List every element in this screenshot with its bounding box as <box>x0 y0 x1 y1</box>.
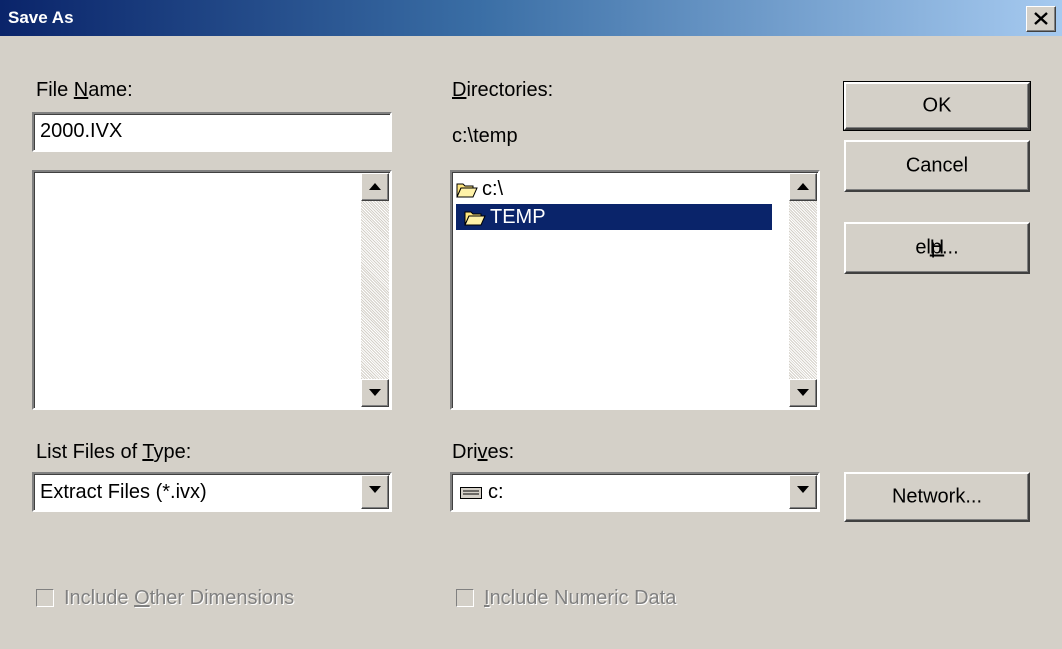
include-numeric-data-label: Include Numeric Data <box>484 586 676 610</box>
drives-dropdown-button[interactable] <box>789 475 817 509</box>
directory-list-scroll-up-button[interactable] <box>789 173 817 201</box>
file-name-input[interactable]: 2000.IVX <box>32 112 392 152</box>
file-type-label: List Files of Type: <box>36 440 191 464</box>
include-numeric-data-checkbox[interactable] <box>456 589 474 607</box>
save-as-dialog: Save As File Name: 2000.IVX Directories:… <box>0 0 1062 649</box>
network-button[interactable]: Network... <box>844 472 1030 522</box>
include-other-dimensions-prefix: Include <box>64 587 135 609</box>
file-list[interactable] <box>32 170 392 410</box>
directories-label: Directories: <box>452 78 553 102</box>
file-type-label-prefix: List Files of <box>36 441 143 463</box>
drive-icon <box>460 486 482 499</box>
close-button[interactable] <box>1026 6 1056 32</box>
include-numeric-data-suffix: nclude Numeric Data <box>489 587 677 609</box>
file-type-dropdown-button[interactable] <box>361 475 389 509</box>
drives-dropdown[interactable]: c: <box>450 472 820 512</box>
file-name-label: File Name: <box>36 78 133 102</box>
drives-value-wrap: c: <box>460 481 504 503</box>
file-type-value: Extract Files (*.ivx) <box>40 481 207 503</box>
directories-label-suffix: irectories: <box>466 79 554 101</box>
file-name-label-suffix: ame: <box>88 79 133 101</box>
close-icon <box>1034 12 1048 25</box>
arrow-down-icon <box>369 389 381 396</box>
include-other-dimensions-checkbox[interactable] <box>36 589 54 607</box>
drives-value: c: <box>488 481 504 503</box>
directory-item-label: c:\ <box>482 178 504 200</box>
open-folder-icon <box>464 211 486 226</box>
arrow-up-icon <box>797 183 809 190</box>
title-bar[interactable]: Save As <box>0 0 1062 36</box>
ok-button[interactable]: OK <box>843 81 1031 131</box>
cancel-button[interactable]: Cancel <box>844 140 1030 192</box>
directory-item-selected[interactable]: TEMP <box>456 204 772 230</box>
arrow-up-icon <box>369 183 381 190</box>
chevron-down-icon <box>797 486 809 493</box>
help-button-suffix: elp... <box>915 236 959 259</box>
ok-button-label: OK <box>922 94 952 117</box>
drives-label-prefix: Dri <box>452 441 478 463</box>
drives-label-accel: v <box>477 441 488 463</box>
open-folder-icon <box>456 183 478 198</box>
file-name-value: 2000.IVX <box>40 120 123 142</box>
directories-label-accel: D <box>452 79 467 101</box>
directory-list-scrollbar[interactable] <box>789 173 817 407</box>
include-other-dimensions-suffix: ther Dimensions <box>149 587 295 609</box>
file-list-inner <box>34 172 390 408</box>
cancel-button-label: Cancel <box>905 154 969 177</box>
file-name-label-prefix: File <box>36 79 74 101</box>
directory-item-label: TEMP <box>490 206 546 228</box>
directory-list[interactable]: c:\ TEMP <box>450 170 820 410</box>
file-type-dropdown[interactable]: Extract Files (*.ivx) <box>32 472 392 512</box>
network-button-label: Network... <box>891 485 983 508</box>
drives-label-suffix: es: <box>487 441 515 463</box>
drives-label: Drives: <box>452 440 514 464</box>
arrow-down-icon <box>797 389 809 396</box>
include-other-dimensions-label: Include Other Dimensions <box>64 586 294 610</box>
current-directory-path: c:\temp <box>452 125 518 147</box>
file-type-label-suffix: ype: <box>153 441 192 463</box>
help-button[interactable]: Help... <box>844 222 1030 274</box>
file-list-scroll-up-button[interactable] <box>361 173 389 201</box>
window-title: Save As <box>8 8 74 27</box>
file-name-label-accel: N <box>73 79 89 101</box>
directory-item[interactable]: c:\ <box>456 176 772 202</box>
file-list-scrollbar[interactable] <box>361 173 389 407</box>
directory-list-scroll-down-button[interactable] <box>789 379 817 407</box>
drives-dropdown-inner <box>452 474 818 510</box>
chevron-down-icon <box>369 486 381 493</box>
file-list-scroll-down-button[interactable] <box>361 379 389 407</box>
include-other-dimensions-accel: O <box>134 587 150 609</box>
file-type-label-accel: T <box>142 441 154 463</box>
